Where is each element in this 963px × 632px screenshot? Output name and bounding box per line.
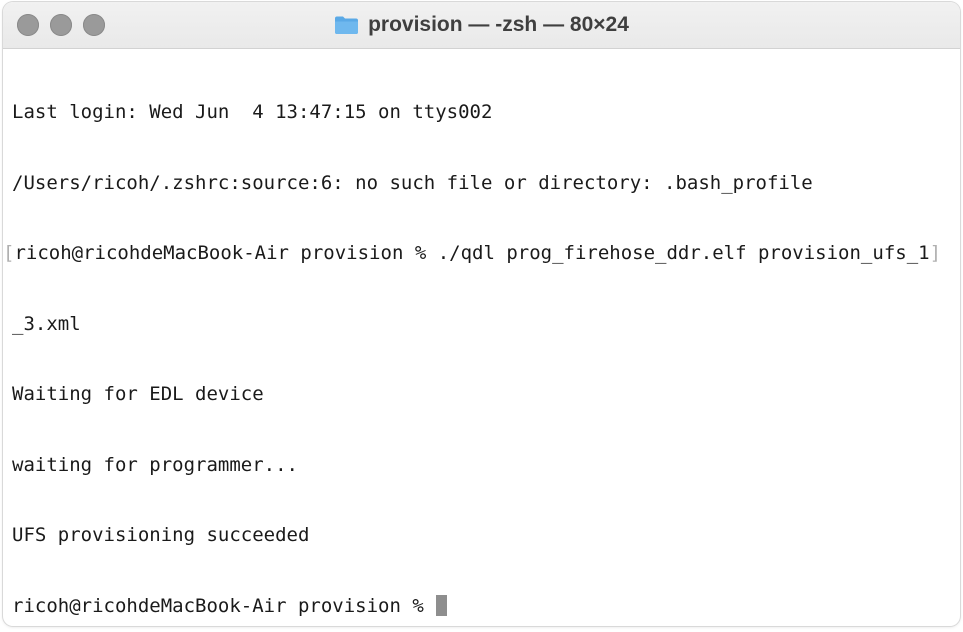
terminal-line: Last login: Wed Jun 4 13:47:15 on ttys00… bbox=[12, 101, 493, 123]
bracket-open: [ bbox=[3, 242, 15, 264]
terminal-line: /Users/ricoh/.zshrc:source:6: no such fi… bbox=[12, 171, 813, 194]
window-title-group: provision — -zsh — 80×24 bbox=[3, 2, 960, 48]
folder-icon bbox=[335, 16, 359, 34]
title-bar[interactable]: provision — -zsh — 80×24 bbox=[3, 2, 960, 49]
prompt-text: ricoh@ricohdeMacBook-Air provision % bbox=[12, 594, 436, 617]
terminal-output[interactable]: Last login: Wed Jun 4 13:47:15 on ttys00… bbox=[3, 54, 954, 626]
terminal-line: UFS provisioning succeeded bbox=[12, 524, 310, 546]
command-text: ricoh@ricohdeMacBook-Air provision % ./q… bbox=[14, 242, 930, 264]
command-line: [ricoh@ricohdeMacBook-Air provision % ./… bbox=[3, 242, 954, 266]
bracket-close: ] bbox=[929, 242, 942, 264]
terminal-line: _3.xml bbox=[12, 312, 81, 335]
terminal-line: waiting for programmer... bbox=[12, 453, 298, 476]
text-cursor bbox=[436, 594, 448, 616]
prompt-line[interactable]: ricoh@ricohdeMacBook-Air provision % bbox=[12, 594, 954, 619]
terminal-window: provision — -zsh — 80×24 Last login: Wed… bbox=[3, 2, 960, 626]
terminal-line: Waiting for EDL device bbox=[12, 383, 264, 405]
window-title: provision — -zsh — 80×24 bbox=[368, 13, 629, 36]
